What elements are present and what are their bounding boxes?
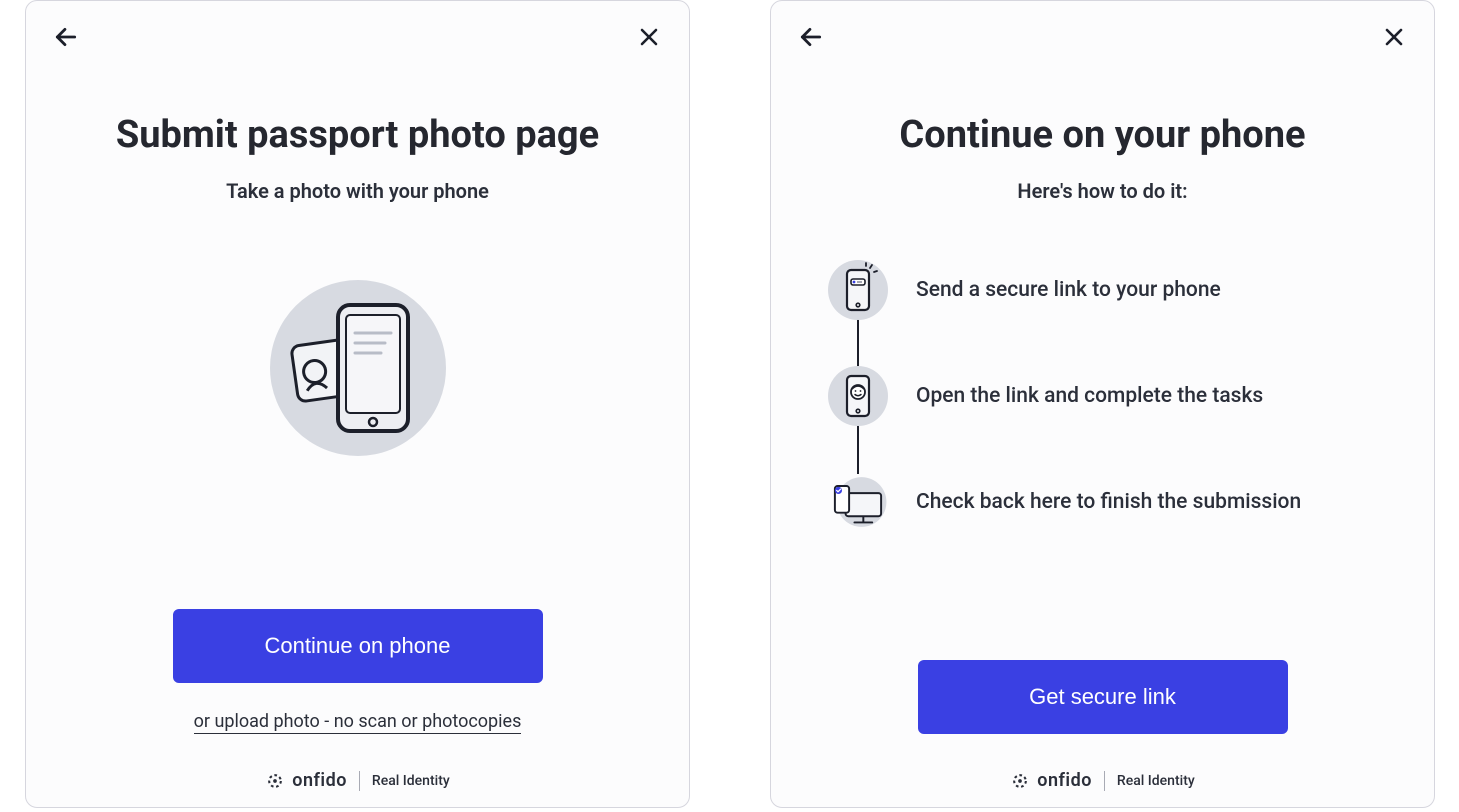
step-item: Check back here to finish the submission xyxy=(826,470,1301,534)
step-item: Open the link and complete the tasks xyxy=(826,364,1301,428)
step-text: Send a secure link to your phone xyxy=(916,278,1221,302)
page-subtitle: Here's how to do it: xyxy=(1017,179,1187,203)
page-title: Continue on your phone xyxy=(899,113,1305,157)
get-secure-link-button[interactable]: Get secure link xyxy=(918,660,1288,734)
brand-name: onfido xyxy=(1037,770,1092,791)
page-title: Submit passport photo page xyxy=(116,113,599,157)
step-icon-send-link xyxy=(826,258,890,322)
back-button[interactable] xyxy=(795,21,827,53)
footer: onfido Real Identity xyxy=(771,752,1434,807)
footer-tagline: Real Identity xyxy=(372,773,450,789)
panel-submit-passport: Submit passport photo page Take a photo … xyxy=(25,0,690,808)
footer-tagline: Real Identity xyxy=(1117,773,1195,789)
step-item: Send a secure link to your phone xyxy=(826,258,1301,322)
phone-id-illustration-icon xyxy=(263,273,453,463)
cta-area: Continue on phone or upload photo - no s… xyxy=(66,609,649,752)
panel-body: Continue on your phone Here's how to do … xyxy=(771,53,1434,752)
steps-list: Send a secure link to your phone xyxy=(826,258,1301,534)
cta-area: Get secure link xyxy=(811,660,1394,752)
back-button[interactable] xyxy=(50,21,82,53)
close-button[interactable] xyxy=(1378,21,1410,53)
phone-notify-icon xyxy=(826,258,890,322)
panel-continue-on-phone: Continue on your phone Here's how to do … xyxy=(770,0,1435,808)
desktop-phone-check-icon xyxy=(826,470,890,534)
onfido-mark-icon xyxy=(265,771,285,791)
close-icon xyxy=(637,25,661,49)
step-text: Open the link and complete the tasks xyxy=(916,384,1263,408)
close-icon xyxy=(1382,25,1406,49)
step-icon-check-back xyxy=(826,470,890,534)
arrow-left-icon xyxy=(798,24,824,50)
illustration xyxy=(263,273,453,609)
footer: onfido Real Identity xyxy=(26,752,689,807)
phone-face-icon xyxy=(826,364,890,428)
panel-header xyxy=(26,1,689,53)
step-connector xyxy=(857,422,859,474)
footer-divider xyxy=(359,771,360,791)
footer-divider xyxy=(1104,771,1105,791)
step-text: Check back here to finish the submission xyxy=(916,490,1301,514)
step-connector xyxy=(857,316,859,368)
page-subtitle: Take a photo with your phone xyxy=(226,179,489,203)
close-button[interactable] xyxy=(633,21,665,53)
onfido-logo: onfido xyxy=(265,770,347,791)
panel-header xyxy=(771,1,1434,53)
continue-on-phone-button[interactable]: Continue on phone xyxy=(173,609,543,683)
upload-photo-link[interactable]: or upload photo - no scan or photocopies xyxy=(194,711,522,734)
brand-name: onfido xyxy=(292,770,347,791)
onfido-logo: onfido xyxy=(1010,770,1092,791)
onfido-mark-icon xyxy=(1010,771,1030,791)
arrow-left-icon xyxy=(53,24,79,50)
panel-body: Submit passport photo page Take a photo … xyxy=(26,53,689,752)
step-icon-open-link xyxy=(826,364,890,428)
